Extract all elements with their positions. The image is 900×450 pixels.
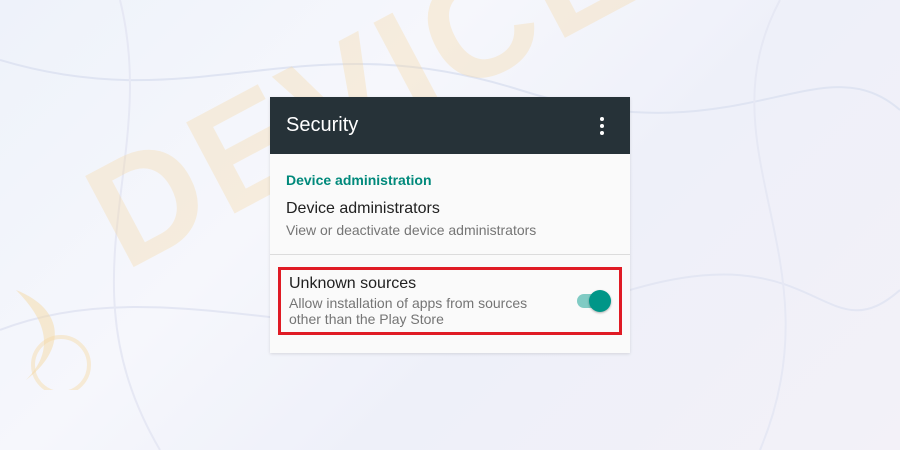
- device-administrators-summary: View or deactivate device administrators: [286, 222, 537, 238]
- device-administrators-title: Device administrators: [286, 200, 440, 217]
- section-header-device-administration: Device administration: [286, 172, 432, 188]
- unknown-sources-toggle[interactable]: [575, 289, 611, 313]
- page-title: Security: [286, 114, 359, 136]
- toggle-thumb: [589, 290, 611, 312]
- device-administrators-item[interactable]: Device administrators View or deactivate…: [270, 188, 630, 255]
- more-vert-icon[interactable]: [590, 114, 614, 138]
- unknown-sources-text: Unknown sources Allow installation of ap…: [289, 275, 549, 327]
- unknown-sources-item[interactable]: Unknown sources Allow installation of ap…: [278, 267, 622, 335]
- menu-dot: [600, 123, 604, 128]
- unknown-sources-summary: Allow installation of apps from sources …: [289, 295, 549, 327]
- unknown-sources-title: Unknown sources: [289, 275, 417, 292]
- menu-dot: [600, 130, 604, 135]
- menu-dot: [600, 116, 604, 121]
- app-bar: Security: [270, 97, 630, 154]
- unknown-sources-summary-line1: Allow installation of apps from sources: [289, 295, 528, 311]
- unknown-sources-summary-line2: other than the Play Store: [289, 311, 444, 327]
- brand-logo-icon: [16, 290, 91, 390]
- settings-screen: Security Device administration Device ad…: [270, 97, 630, 353]
